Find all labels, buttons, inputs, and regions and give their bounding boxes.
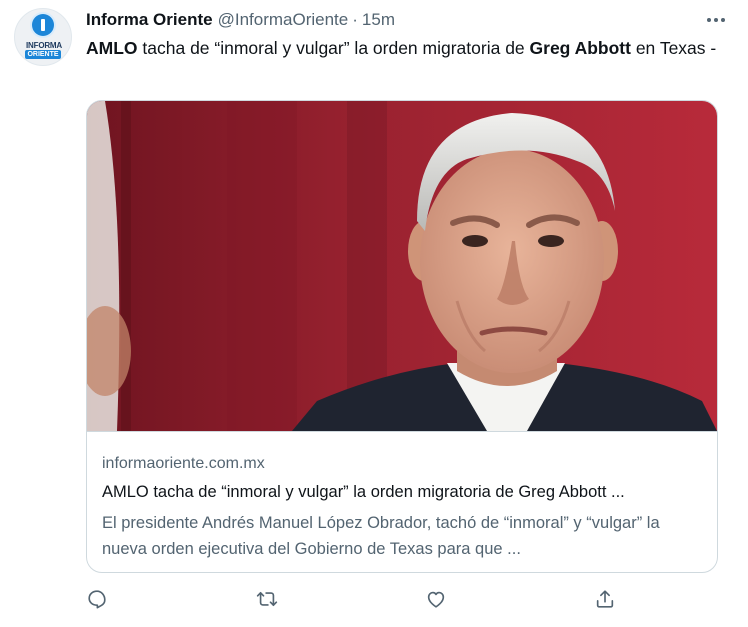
card-description: El presidente Andrés Manuel López Obrado… [102, 514, 660, 558]
tweet-text-part: tacha de “inmoral y vulgar” la orden mig… [137, 38, 530, 58]
avatar-logo-text-bottom: ORIENTE [25, 50, 61, 59]
informa-oriente-logo-icon [32, 14, 54, 36]
article-photo-illustration [87, 101, 717, 431]
tweet-header: Informa Oriente @InformaOriente · 15m [86, 9, 728, 31]
tweet-action-bar [86, 586, 626, 616]
like-icon[interactable] [423, 586, 449, 612]
link-preview-card[interactable]: informaoriente.com.mx AMLO tacha de “inm… [86, 100, 718, 573]
more-dot [714, 18, 718, 22]
more-dot [721, 18, 725, 22]
tweet-timestamp[interactable]: 15m [362, 10, 395, 30]
share-icon[interactable] [592, 586, 618, 612]
reply-icon[interactable] [84, 586, 110, 612]
tweet-text: AMLO tacha de “inmoral y vulgar” la orde… [86, 35, 726, 61]
tweet-text-part: en Texas - [630, 38, 717, 58]
tweet-text-part: Greg Abbott [529, 38, 631, 58]
retweet-icon[interactable] [254, 586, 280, 612]
retweet-icon-glyph [256, 591, 278, 607]
article-photo[interactable] [87, 101, 717, 432]
avatar-logo-text-top: INFORMA [26, 41, 62, 50]
author-name[interactable]: Informa Oriente [86, 10, 213, 30]
card-domain: informaoriente.com.mx [102, 455, 265, 472]
like-icon-glyph [427, 591, 445, 608]
more-options-icon[interactable] [704, 9, 728, 31]
tweet-text-part: AMLO [86, 38, 138, 58]
author-handle[interactable]: @InformaOriente [218, 10, 349, 30]
card-title: AMLO tacha de “inmoral y vulgar” la orde… [102, 483, 625, 501]
more-dot [707, 18, 711, 22]
share-icon-glyph [596, 590, 614, 608]
avatar[interactable]: INFORMA ORIENTE [14, 8, 72, 66]
header-separator: · [352, 10, 358, 29]
reply-icon-glyph [88, 590, 106, 609]
